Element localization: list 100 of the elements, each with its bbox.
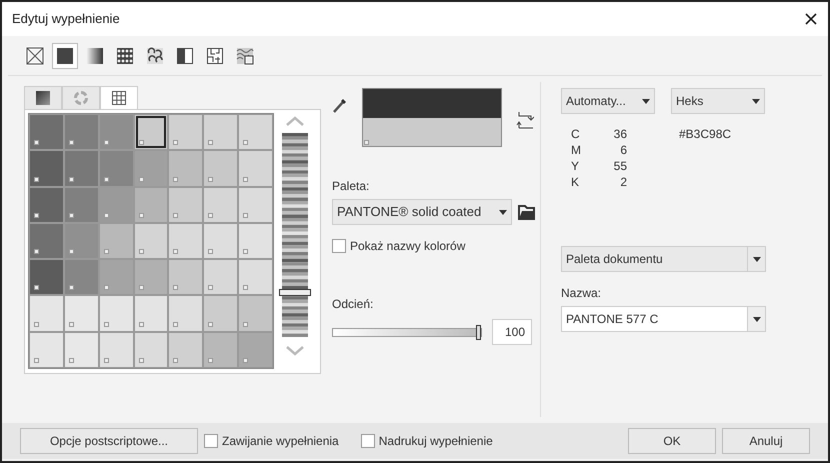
spot-color-icon <box>243 358 248 363</box>
gradient-square-icon <box>86 46 104 64</box>
color-swatch[interactable] <box>64 332 99 368</box>
color-swatch[interactable] <box>29 332 64 368</box>
color-swatch[interactable] <box>168 150 204 187</box>
ok-button[interactable]: OK <box>628 428 716 454</box>
component-value: 55 <box>612 158 627 174</box>
spot-color-icon <box>138 176 144 182</box>
spot-color-icon <box>104 249 109 254</box>
no-fill-icon <box>26 46 44 64</box>
color-swatch[interactable] <box>134 295 168 332</box>
color-swatch[interactable] <box>168 259 204 296</box>
color-swatch[interactable] <box>98 259 134 296</box>
palette-label: Paleta: <box>332 178 370 195</box>
spot-color-icon <box>68 285 74 290</box>
swap-arrows-icon[interactable] <box>516 110 534 130</box>
color-swatch[interactable] <box>98 222 134 260</box>
color-swatch[interactable] <box>134 114 168 150</box>
spot-color-icon <box>243 249 248 254</box>
color-swatch[interactable] <box>203 259 238 296</box>
color-swatch[interactable] <box>64 186 99 223</box>
color-swatch[interactable] <box>29 186 64 223</box>
color-swatch[interactable] <box>238 222 273 260</box>
color-swatch[interactable] <box>64 259 99 296</box>
cancel-button[interactable]: Anuluj <box>722 428 810 454</box>
component-name: M <box>571 142 582 158</box>
tint-value-field[interactable]: 100 <box>492 319 532 345</box>
color-swatch[interactable] <box>64 295 99 332</box>
checkbox-label[interactable]: Pokaż nazwy kolorów <box>350 237 466 255</box>
color-swatch[interactable] <box>203 150 238 187</box>
spot-color-icon <box>173 285 178 290</box>
color-swatch[interactable] <box>98 114 134 150</box>
name-combo-field[interactable]: PANTONE 577 C <box>561 306 766 332</box>
spot-color-icon <box>138 140 144 146</box>
palette-tab[interactable] <box>100 86 138 110</box>
color-swatch[interactable] <box>168 332 204 368</box>
color-model-dropdown[interactable]: Automaty... <box>561 88 655 114</box>
color-swatch[interactable] <box>29 259 64 296</box>
spot-color-icon <box>243 285 248 290</box>
scroll-down-icon[interactable] <box>285 345 305 357</box>
name-label: Nazwa: <box>561 285 602 302</box>
color-swatch[interactable] <box>134 259 168 296</box>
color-swatch[interactable] <box>203 186 238 223</box>
caret-icon <box>642 98 650 104</box>
component-name: C <box>571 126 581 142</box>
checkbox-label[interactable]: Nadrukuj wypełnienie <box>378 432 493 450</box>
color-swatch[interactable] <box>98 332 134 368</box>
scroll-up-icon[interactable] <box>285 115 305 127</box>
color-swatch[interactable] <box>168 295 204 332</box>
color-swatch[interactable] <box>203 222 238 260</box>
color-swatch[interactable] <box>238 114 273 150</box>
color-swatch[interactable] <box>134 222 168 260</box>
grid-icon <box>111 90 127 106</box>
color-swatch[interactable] <box>29 295 64 332</box>
gradient-square-icon <box>35 90 51 106</box>
checkbox-label[interactable]: Zawijanie wypełnienia <box>222 432 339 450</box>
color-swatch[interactable] <box>238 186 273 223</box>
spot-color-icon <box>34 285 39 290</box>
checkbox[interactable] <box>204 434 218 448</box>
palette-dropdown[interactable]: PANTONE® solid coated <box>332 199 512 225</box>
color-swatch[interactable] <box>134 150 168 187</box>
color-swatch[interactable] <box>29 150 64 187</box>
value-format-dropdown[interactable]: Heks <box>671 88 765 114</box>
spot-color-icon <box>208 322 214 327</box>
color-swatch[interactable] <box>29 222 64 260</box>
color-swatch[interactable] <box>238 295 273 332</box>
color-swatch[interactable] <box>238 150 273 187</box>
palette-source-dropdown[interactable]: Paleta dokumentu <box>561 246 766 272</box>
color-swatch[interactable] <box>29 114 64 150</box>
eyedropper-icon[interactable] <box>332 96 348 114</box>
color-swatch[interactable] <box>203 114 238 150</box>
folder-icon[interactable] <box>518 204 536 220</box>
color-swatch[interactable] <box>64 150 99 187</box>
postscript-options-button[interactable]: Opcje postscriptowe... <box>20 428 198 454</box>
color-swatch[interactable] <box>134 332 168 368</box>
color-swatch[interactable] <box>134 186 168 223</box>
scroll-thumb[interactable] <box>279 289 311 296</box>
spot-color-icon <box>208 140 214 146</box>
color-swatch[interactable] <box>203 332 238 368</box>
color-swatch[interactable] <box>98 186 134 223</box>
color-swatch[interactable] <box>203 295 238 332</box>
color-swatch[interactable] <box>98 295 134 332</box>
color-swatch[interactable] <box>168 186 204 223</box>
color-swatch[interactable] <box>64 114 99 150</box>
palette-tab[interactable] <box>24 86 62 110</box>
spot-color-icon <box>243 322 248 327</box>
checkbox[interactable] <box>360 434 375 448</box>
checkbox[interactable] <box>332 239 346 253</box>
component-value: 36 <box>612 126 627 142</box>
color-swatch[interactable] <box>168 222 204 260</box>
spot-color-icon <box>34 176 39 182</box>
color-swatch[interactable] <box>64 222 99 260</box>
tint-slider-thumb[interactable] <box>476 324 481 340</box>
color-swatch[interactable] <box>98 150 134 187</box>
color-swatch[interactable] <box>168 114 204 150</box>
close-icon[interactable] <box>804 12 818 26</box>
spot-color-icon <box>173 322 178 327</box>
fill-type-button[interactable] <box>52 42 78 68</box>
color-swatch[interactable] <box>238 332 273 368</box>
color-swatch[interactable] <box>238 259 273 296</box>
